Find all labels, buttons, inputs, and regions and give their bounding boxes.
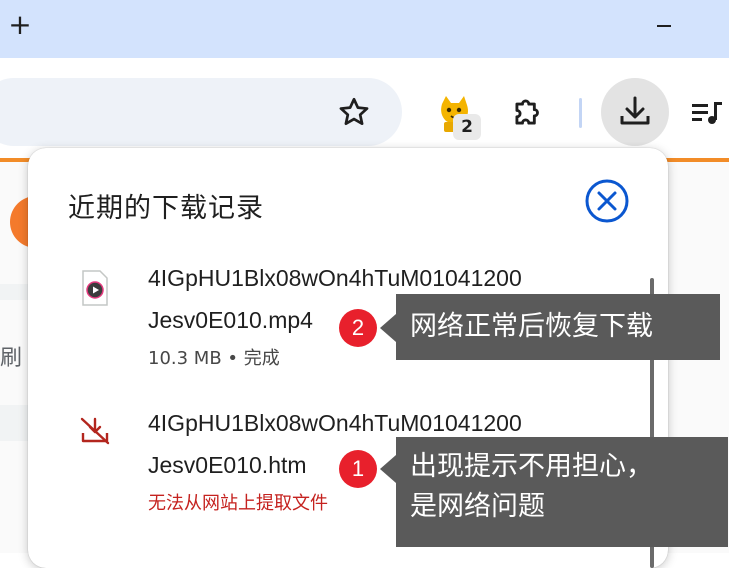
puzzle-icon[interactable] [509,93,547,131]
annotation-callout-1: 出现提示不用担心， 是网络问题 [396,437,728,547]
annotation-callout-2: 网络正常后恢复下载 [396,294,720,360]
star-icon[interactable] [336,94,372,130]
download-filename: Jesv0E010.mp4 [148,307,313,333]
playlist-icon[interactable] [690,98,724,128]
download-error-message: 无法从网站上提取文件 [148,493,328,514]
close-icon[interactable] [584,178,630,224]
callout-arrow [380,455,396,483]
download-status: 10.3 MB • 完成 [148,348,280,369]
downloads-title: 近期的下载记录 [68,193,264,224]
download-filename: 4IGpHU1Blx08wOn4hTuM01041200 [148,265,522,291]
new-tab-icon[interactable]: + [8,10,32,40]
callout-line: 出现提示不用担心， [410,451,653,482]
download-icon [620,96,650,125]
download-failed-icon [80,417,110,445]
callout-arrow [380,314,396,342]
page-partial-text: 刷 [0,346,23,371]
extension-badge: 2 [453,114,481,140]
download-button[interactable] [601,78,669,146]
annotation-marker-2: 2 [339,309,377,347]
toolbar: 2 [0,58,729,160]
title-bar: + [0,0,729,58]
download-filename: Jesv0E010.htm [148,452,307,478]
callout-line: 是网络问题 [410,491,545,522]
minimize-icon[interactable] [657,25,671,27]
video-file-icon [82,270,108,306]
annotation-marker-1: 1 [339,450,377,488]
toolbar-divider [579,98,582,128]
